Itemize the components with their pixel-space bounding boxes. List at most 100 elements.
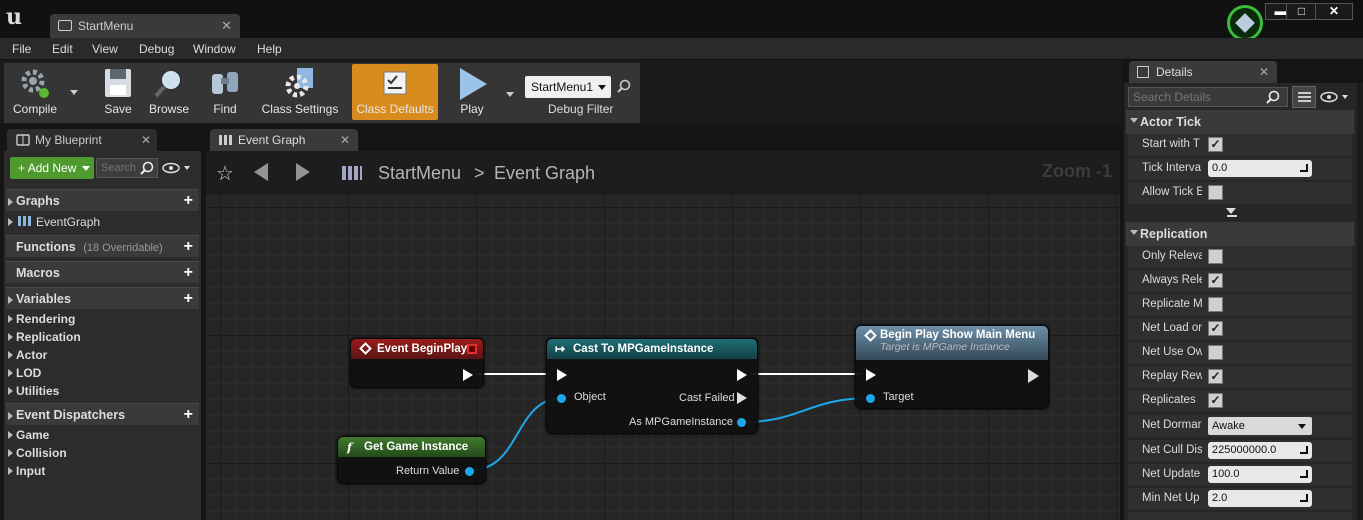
- user-avatar[interactable]: [1227, 5, 1263, 41]
- allow-tick-checkbox[interactable]: [1208, 185, 1223, 200]
- add-dispatcher-plus-icon[interactable]: +: [184, 404, 193, 426]
- add-graph-plus-icon[interactable]: +: [184, 190, 193, 212]
- maximize-button[interactable]: □: [1286, 3, 1317, 20]
- dispatcher-category-collision[interactable]: Collision: [6, 446, 67, 460]
- net-dormancy-select[interactable]: Awake: [1208, 417, 1312, 435]
- graph-item-eventgraph[interactable]: EventGraph: [6, 215, 100, 229]
- menu-help[interactable]: Help: [257, 42, 282, 56]
- node-title: Event BeginPlay: [377, 343, 468, 355]
- advanced-expand-bar: [1227, 215, 1237, 217]
- add-function-plus-icon[interactable]: +: [184, 236, 193, 258]
- dispatcher-category-game[interactable]: Game: [6, 428, 49, 442]
- return-value-label: Return Value: [396, 465, 460, 477]
- add-new-button[interactable]: + Add New: [10, 157, 94, 179]
- play-button[interactable]: Play: [446, 64, 498, 120]
- favorite-star-icon[interactable]: ☆: [216, 161, 234, 186]
- variable-category-rendering[interactable]: Rendering: [6, 312, 75, 326]
- details-tab[interactable]: Details ✕: [1129, 61, 1277, 83]
- node-cast-to-mpgameinstance[interactable]: ↦ Cast To MPGameInstance Object Cast Fai…: [546, 338, 758, 434]
- target-pin[interactable]: [866, 394, 875, 403]
- delegate-pin-icon[interactable]: [467, 344, 477, 354]
- debug-object-select[interactable]: StartMenu1: [525, 76, 611, 98]
- browse-button[interactable]: Browse: [144, 64, 194, 120]
- event-dispatchers-section-header[interactable]: Event Dispatchers +: [6, 403, 199, 425]
- close-tab-icon[interactable]: ✕: [1259, 61, 1269, 83]
- add-variable-plus-icon[interactable]: +: [184, 288, 193, 310]
- macros-section-header[interactable]: Macros +: [6, 261, 199, 283]
- expand-arrow-icon: [8, 387, 13, 395]
- node-event-begin-play[interactable]: Event BeginPlay: [350, 338, 484, 388]
- compile-button[interactable]: Compile: [6, 64, 64, 120]
- visibility-eye-icon[interactable]: [1320, 91, 1352, 103]
- node-get-game-instance[interactable]: f Get Game Instance Return Value: [337, 436, 486, 484]
- expand-arrow-icon: [8, 351, 13, 359]
- breadcrumb-root[interactable]: StartMenu: [378, 163, 461, 184]
- cast-failed-exec-pin[interactable]: [737, 392, 747, 404]
- play-options-button[interactable]: [500, 64, 520, 120]
- net-update-field[interactable]: 100.0: [1208, 466, 1312, 483]
- plus-icon: +: [18, 161, 28, 175]
- save-button[interactable]: Save: [96, 64, 140, 120]
- close-tab-icon[interactable]: ✕: [340, 129, 350, 151]
- debug-search-icon[interactable]: [617, 79, 631, 93]
- replicates-checkbox[interactable]: ✓: [1208, 393, 1223, 408]
- as-mpgameinstance-pin[interactable]: [737, 418, 746, 427]
- details-scrollbar[interactable]: [1357, 83, 1363, 520]
- graphs-section-header[interactable]: Graphs +: [6, 189, 199, 211]
- cast-failed-label: Cast Failed: [679, 392, 735, 404]
- exec-out-pin[interactable]: [1028, 369, 1039, 383]
- object-pin[interactable]: [557, 394, 566, 403]
- back-arrow-icon[interactable]: [254, 163, 268, 181]
- close-tab-icon[interactable]: ✕: [221, 14, 232, 38]
- replicate-movement-checkbox[interactable]: [1208, 297, 1223, 312]
- net-load-checkbox[interactable]: ✓: [1208, 321, 1223, 336]
- replication-section-header[interactable]: Replication: [1126, 222, 1354, 246]
- property-matrix-icon[interactable]: [1292, 86, 1316, 108]
- net-cull-field[interactable]: 225000000.0: [1208, 442, 1312, 459]
- class-settings-button[interactable]: Class Settings: [256, 64, 344, 120]
- menu-debug[interactable]: Debug: [139, 42, 174, 56]
- replay-rewindable-checkbox[interactable]: ✓: [1208, 369, 1223, 384]
- forward-arrow-icon[interactable]: [296, 163, 310, 181]
- return-value-pin[interactable]: [465, 467, 474, 476]
- variables-section-header[interactable]: Variables +: [6, 287, 199, 309]
- search-icon: [1266, 90, 1280, 104]
- document-tab[interactable]: StartMenu ✕: [50, 14, 240, 38]
- find-button[interactable]: Find: [202, 64, 248, 120]
- class-defaults-button[interactable]: Class Defaults: [352, 64, 438, 120]
- start-with-tick-checkbox[interactable]: ✓: [1208, 137, 1223, 152]
- exec-out-pin[interactable]: [737, 369, 747, 381]
- add-macro-plus-icon[interactable]: +: [184, 262, 193, 284]
- only-relevant-checkbox[interactable]: [1208, 249, 1223, 264]
- variable-category-actor[interactable]: Actor: [6, 348, 47, 362]
- advanced-expand-icon[interactable]: [1226, 208, 1236, 214]
- net-use-owner-checkbox[interactable]: [1208, 345, 1223, 360]
- class-defaults-checklist-icon: [383, 71, 407, 95]
- always-relevant-checkbox[interactable]: ✓: [1208, 273, 1223, 288]
- variable-category-utilities[interactable]: Utilities: [6, 384, 59, 398]
- actor-tick-section-header[interactable]: Actor Tick: [1126, 110, 1354, 134]
- compile-options-button[interactable]: [64, 64, 86, 120]
- menu-edit[interactable]: Edit: [52, 42, 73, 56]
- min-net-update-field[interactable]: 2.0: [1208, 490, 1312, 507]
- event-graph-tab[interactable]: Event Graph ✕: [210, 129, 358, 151]
- exec-out-pin[interactable]: [463, 369, 473, 381]
- menu-view[interactable]: View: [92, 42, 118, 56]
- close-tab-icon[interactable]: ✕: [141, 129, 151, 151]
- object-pin-label: Object: [574, 391, 606, 403]
- node-begin-play-show-main-menu[interactable]: Begin Play Show Main Menu Target is MPGa…: [855, 325, 1049, 409]
- tick-interval-field[interactable]: 0.0: [1208, 160, 1312, 177]
- variable-category-replication[interactable]: Replication: [6, 330, 81, 344]
- exec-in-pin[interactable]: [866, 369, 876, 381]
- details-search-input[interactable]: [1128, 87, 1288, 107]
- my-blueprint-tab[interactable]: My Blueprint ✕: [7, 129, 157, 151]
- variable-category-lod[interactable]: LOD: [6, 366, 41, 380]
- dispatcher-category-input[interactable]: Input: [6, 464, 45, 478]
- functions-section-header[interactable]: Functions (18 Overridable) +: [6, 235, 199, 257]
- visibility-eye-icon[interactable]: [162, 162, 192, 174]
- browse-label: Browse: [148, 102, 189, 116]
- menu-file[interactable]: File: [12, 42, 31, 56]
- menu-window[interactable]: Window: [193, 42, 236, 56]
- close-window-button[interactable]: ✕: [1315, 3, 1353, 20]
- exec-in-pin[interactable]: [557, 369, 567, 381]
